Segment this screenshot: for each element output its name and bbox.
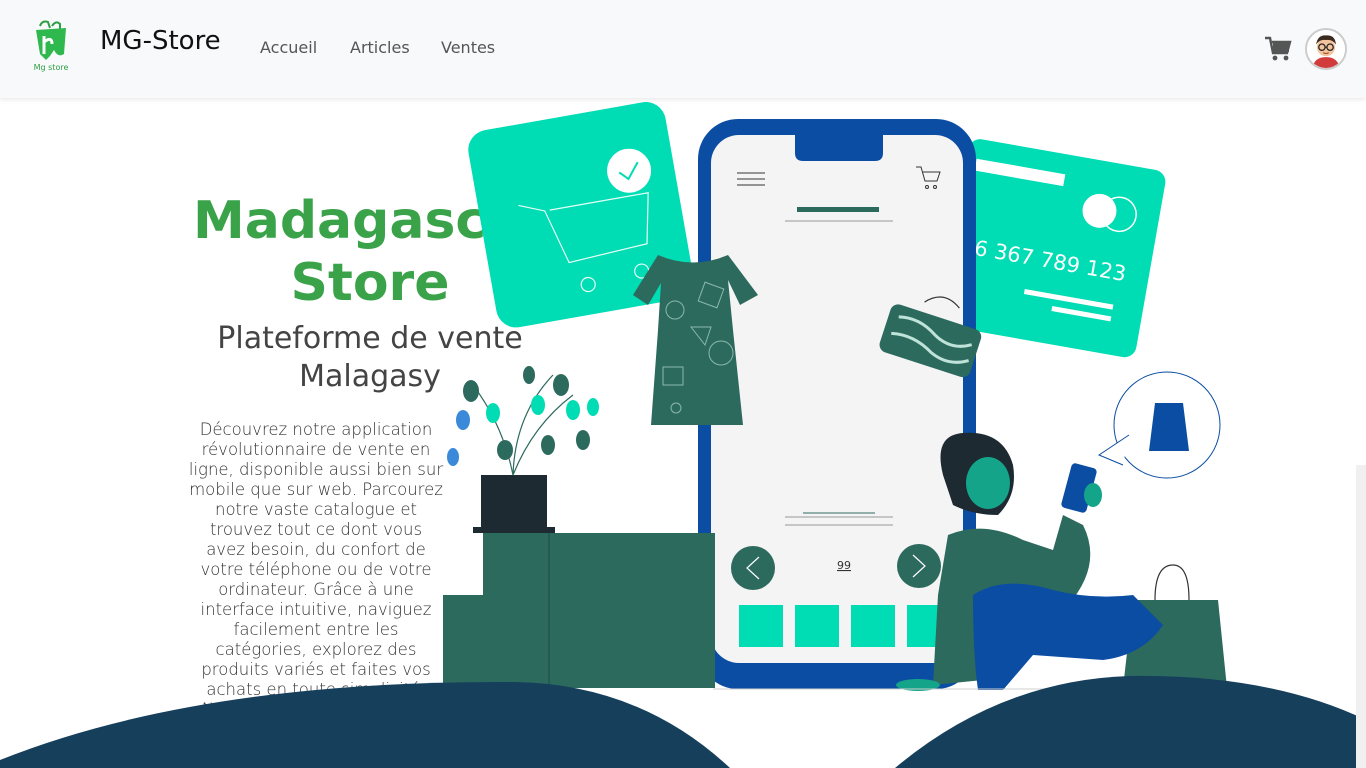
avatar-icon — [1307, 30, 1345, 68]
navbar: Mg store MG-Store Accueil Articles Vente… — [0, 0, 1366, 98]
next-arrow-icon[interactable] — [897, 544, 941, 588]
prev-arrow-icon[interactable] — [731, 546, 775, 590]
cart-icon[interactable] — [1264, 36, 1292, 62]
nav-link-accueil[interactable]: Accueil — [260, 38, 317, 57]
speech-bubble — [1097, 371, 1221, 479]
nav-link-articles[interactable]: Articles — [350, 38, 410, 57]
store-logo-icon[interactable]: Mg store — [28, 20, 74, 74]
phone-price: 99 — [837, 559, 851, 572]
logo-caption: Mg store — [34, 63, 69, 72]
hero-illustration: 56 367 789 123 99 — [443, 102, 1243, 691]
user-avatar[interactable] — [1305, 28, 1347, 70]
scrollbar[interactable] — [1356, 465, 1366, 768]
brand-name[interactable]: MG-Store — [100, 26, 221, 56]
decorative-waves — [0, 675, 1366, 768]
plant-pot — [447, 366, 599, 533]
nav-link-ventes[interactable]: Ventes — [441, 38, 495, 57]
